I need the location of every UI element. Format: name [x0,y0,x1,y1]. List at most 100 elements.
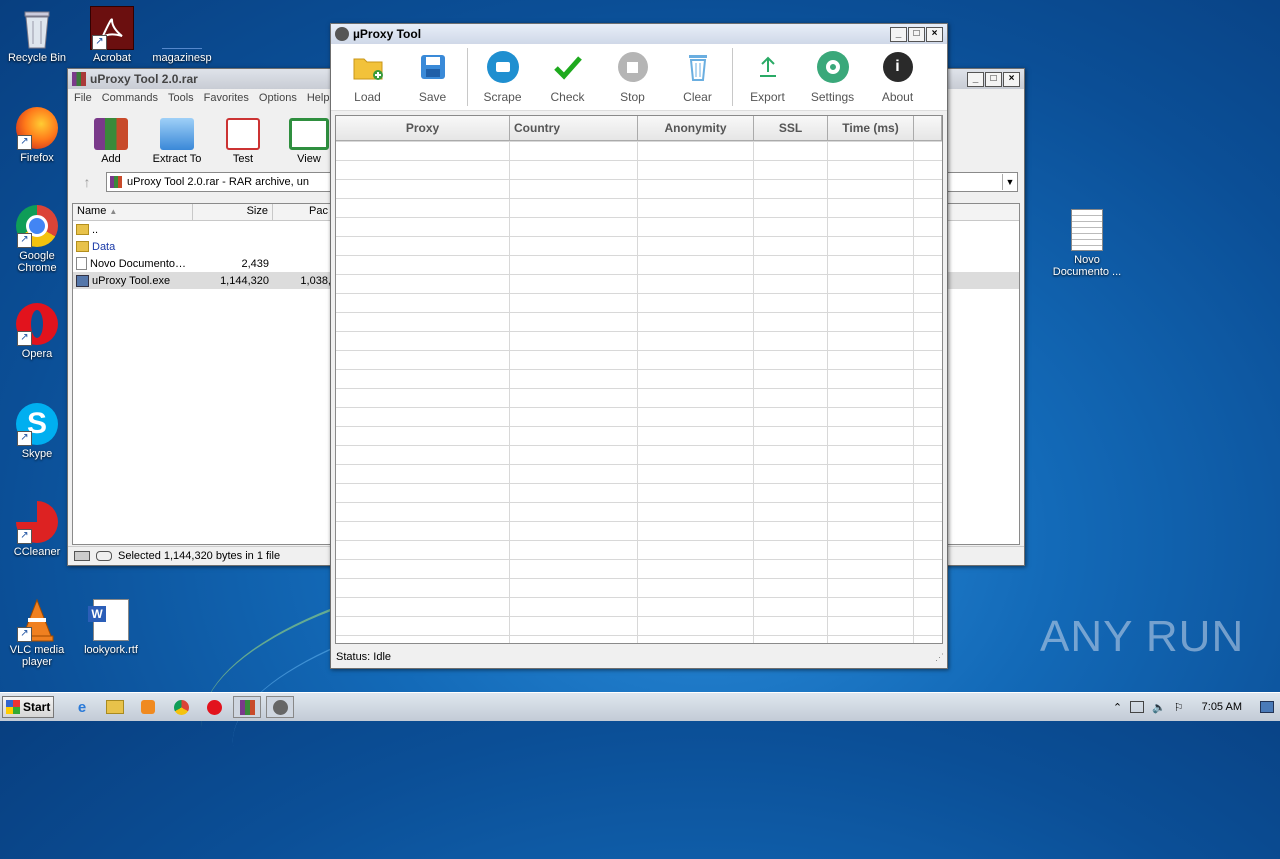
about-button[interactable]: i About [865,50,930,104]
taskbar-winrar[interactable] [233,696,261,718]
column-proxy[interactable]: Proxy [336,116,510,140]
column-name[interactable]: Name ▲ [73,204,193,220]
uproxy-toolbar: Load Save Scrape Check Stop Clear Export [331,44,947,111]
system-tray: ⌃ 🔈 ⚐ 7:05 AM [1113,701,1280,714]
minimize-button[interactable]: _ [890,26,907,42]
desktop-icon-ccleaner[interactable]: ↗ CCleaner [0,500,74,558]
desktop-icon-label: VLC media player [9,644,65,668]
menu-commands[interactable]: Commands [102,92,158,104]
file-size: 2,439 [241,257,269,270]
winrar-icon [239,699,255,715]
menu-file[interactable]: File [74,92,92,104]
tool-label: Export [750,90,785,104]
desktop-icon-firefox[interactable]: ↗ Firefox [0,106,74,164]
desktop-icon-recycle-bin[interactable]: Recycle Bin [0,6,74,64]
uproxy-window[interactable]: µProxy Tool _ □ × Load Save Scrape Check… [330,23,948,669]
close-button[interactable]: × [1003,71,1020,87]
file-name: uProxy Tool.exe [92,274,171,287]
menu-help[interactable]: Help [307,92,330,104]
taskbar-media-player[interactable] [134,696,162,718]
add-button[interactable]: Add [82,118,140,165]
load-button[interactable]: Load [335,50,400,104]
tool-label: Scrape [483,90,522,104]
clock[interactable]: 7:05 AM [1202,701,1242,713]
file-name: Novo Documento… [90,257,186,270]
export-icon [751,50,785,84]
taskbar-uproxy[interactable] [266,696,294,718]
column-anonymity[interactable]: Anonymity [638,116,754,140]
show-hidden-icons-icon[interactable]: ⌃ [1113,701,1122,714]
proxy-grid-body[interactable] [336,141,942,643]
desktop-icon-magazinesp[interactable]: magazinesp [145,6,219,64]
watermark: ANY RUN [1040,612,1245,661]
about-info-icon: i [881,50,915,84]
desktop-icon-skype[interactable]: S ↗ Skype [0,402,74,460]
media-player-icon [141,700,155,714]
tool-label: Test [232,153,254,165]
column-time[interactable]: Time (ms) [828,116,914,140]
sort-ascending-icon: ▲ [109,207,118,216]
firefox-icon: ↗ [15,106,59,150]
column-country[interactable]: Country [510,116,638,140]
test-button[interactable]: Test [214,118,272,165]
uproxy-logo-icon [335,27,349,41]
desktop-icon-label: Novo Documento ... [1052,254,1122,278]
taskbar-opera[interactable] [200,696,228,718]
close-button[interactable]: × [926,26,943,42]
tool-label: View [297,153,321,165]
trash-icon [681,50,715,84]
file-name: .. [92,223,99,236]
drive-icon [74,551,90,561]
dropdown-arrow-icon[interactable]: ▼ [1002,174,1017,190]
opera-icon [206,699,222,715]
desktop-icon-novo-documento[interactable]: Novo Documento ... [1050,208,1124,278]
clear-button[interactable]: Clear [665,50,730,104]
proxy-grid[interactable]: Proxy Country Anonymity SSL Time (ms) [335,115,943,644]
network-icon[interactable] [1130,701,1145,713]
up-arrow-icon[interactable]: ↑ [74,174,100,190]
uproxy-title: µProxy Tool [353,27,422,41]
start-button[interactable]: Start [2,696,54,718]
opera-icon: ↗ [15,302,59,346]
desktop-icon-vlc[interactable]: ↗ VLC media player [0,598,74,668]
scrape-button[interactable]: Scrape [470,50,535,104]
desktop-icon-opera[interactable]: ↗ Opera [0,302,74,360]
desktop-icon-acrobat[interactable]: ↗ Acrobat [75,6,149,64]
desktop-icon-lookyork[interactable]: W lookyork.rtf [74,598,148,656]
test-clipboard-icon [226,118,260,150]
maximize-button[interactable]: □ [985,71,1002,87]
save-button[interactable]: Save [400,50,465,104]
column-ssl[interactable]: SSL [754,116,828,140]
start-label: Start [23,700,51,714]
check-button[interactable]: Check [535,50,600,104]
check-icon [551,50,585,84]
taskbar-explorer[interactable] [101,696,129,718]
show-desktop-icon[interactable] [1260,701,1274,713]
maximize-button[interactable]: □ [908,26,925,42]
file-name: Data [92,240,116,253]
resize-grip-icon[interactable]: ⋰ [935,652,944,663]
menu-tools[interactable]: Tools [168,92,194,104]
column-packed[interactable]: Pac [273,204,333,220]
internet-explorer-icon: e [77,698,87,716]
flag-icon[interactable]: ⚐ [1174,701,1184,714]
volume-icon[interactable]: 🔈 [1152,701,1166,714]
add-archive-icon [94,118,128,150]
menu-options[interactable]: Options [259,92,297,104]
export-button[interactable]: Export [735,50,800,104]
status-text: Selected 1,144,320 bytes in 1 file [118,550,281,562]
tool-label: Settings [810,90,855,104]
uproxy-titlebar[interactable]: µProxy Tool _ □ × [331,24,947,44]
taskbar-internet-explorer[interactable]: e [68,696,96,718]
stop-button[interactable]: Stop [600,50,665,104]
extract-to-button[interactable]: Extract To [148,118,206,165]
desktop-icon-chrome[interactable]: ↗ Google Chrome [0,204,74,274]
key-icon [96,551,112,561]
minimize-button[interactable]: _ [967,71,984,87]
menu-favorites[interactable]: Favorites [204,92,249,104]
column-size[interactable]: Size [193,204,273,220]
toolbar-separator [732,48,733,106]
taskbar-chrome[interactable] [167,696,195,718]
settings-button[interactable]: Settings [800,50,865,104]
column-spacer [914,116,942,140]
